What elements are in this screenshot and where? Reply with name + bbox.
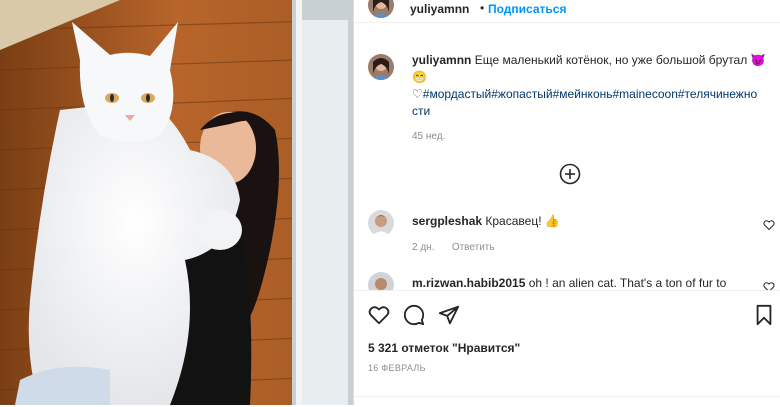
caption-avatar[interactable] bbox=[368, 54, 394, 80]
caption-text: Еще маленький котёнок, но уже большой бр… bbox=[474, 53, 748, 67]
caption-hashtags[interactable]: #мордастый#жопастый#мейнконь#mainecoon#т… bbox=[412, 87, 757, 118]
comment-text: Красавец! bbox=[485, 214, 542, 228]
thumbs-up-emoji-icon: 👍 bbox=[544, 214, 560, 228]
comment-text: oh ! an alien cat. That's a ton of fur t… bbox=[528, 276, 727, 290]
share-icon[interactable] bbox=[438, 304, 460, 326]
comment-like-heart-icon[interactable] bbox=[763, 219, 775, 231]
caption-time[interactable]: 45 нед. bbox=[412, 128, 772, 145]
comment-icon[interactable] bbox=[403, 304, 425, 326]
devil-emoji-icon: 😈 bbox=[750, 53, 766, 67]
heart-outline-emoji-icon: ♡ bbox=[412, 87, 423, 101]
avatar[interactable] bbox=[368, 0, 394, 18]
likes-count[interactable]: 5 321 отметок "Нравится" bbox=[368, 341, 520, 355]
comment-time[interactable]: 2 дн. bbox=[412, 242, 434, 253]
add-comment-bar[interactable] bbox=[354, 396, 780, 407]
comment-item: m.rizwan.habib2015 oh ! an alien cat. Th… bbox=[412, 275, 752, 291]
post-caption: yuliyamnn Еще маленький котёнок, но уже … bbox=[412, 52, 772, 145]
post-sidebar: yuliyamnn • Подписаться yuliyamnn Еще ма… bbox=[354, 0, 780, 406]
post-photo[interactable] bbox=[0, 0, 353, 405]
comment-item: sergpleshak Красавец! 👍 2 дн. Ответить bbox=[412, 213, 752, 256]
heart-icon[interactable] bbox=[368, 304, 390, 326]
separator-dot: • bbox=[480, 1, 485, 15]
post-actions: 5 321 отметок "Нравится" 16 ФЕВРАЛЬ bbox=[354, 290, 780, 406]
grin-emoji-icon: 😁 bbox=[412, 70, 427, 84]
post-header: yuliyamnn • Подписаться bbox=[354, 0, 780, 23]
post-date[interactable]: 16 ФЕВРАЛЬ bbox=[368, 363, 426, 373]
post-image bbox=[0, 0, 353, 405]
bookmark-icon[interactable] bbox=[753, 304, 775, 326]
plus-circle-icon[interactable] bbox=[559, 163, 581, 185]
comment-username[interactable]: sergpleshak bbox=[412, 214, 482, 228]
reply-button[interactable]: Ответить bbox=[452, 242, 495, 253]
comment-username[interactable]: m.rizwan.habib2015 bbox=[412, 276, 525, 290]
post-author-username[interactable]: yuliyamnn bbox=[410, 2, 469, 16]
caption-username[interactable]: yuliyamnn bbox=[412, 53, 471, 67]
comment-avatar[interactable] bbox=[368, 210, 394, 236]
follow-button[interactable]: Подписаться bbox=[488, 2, 566, 16]
